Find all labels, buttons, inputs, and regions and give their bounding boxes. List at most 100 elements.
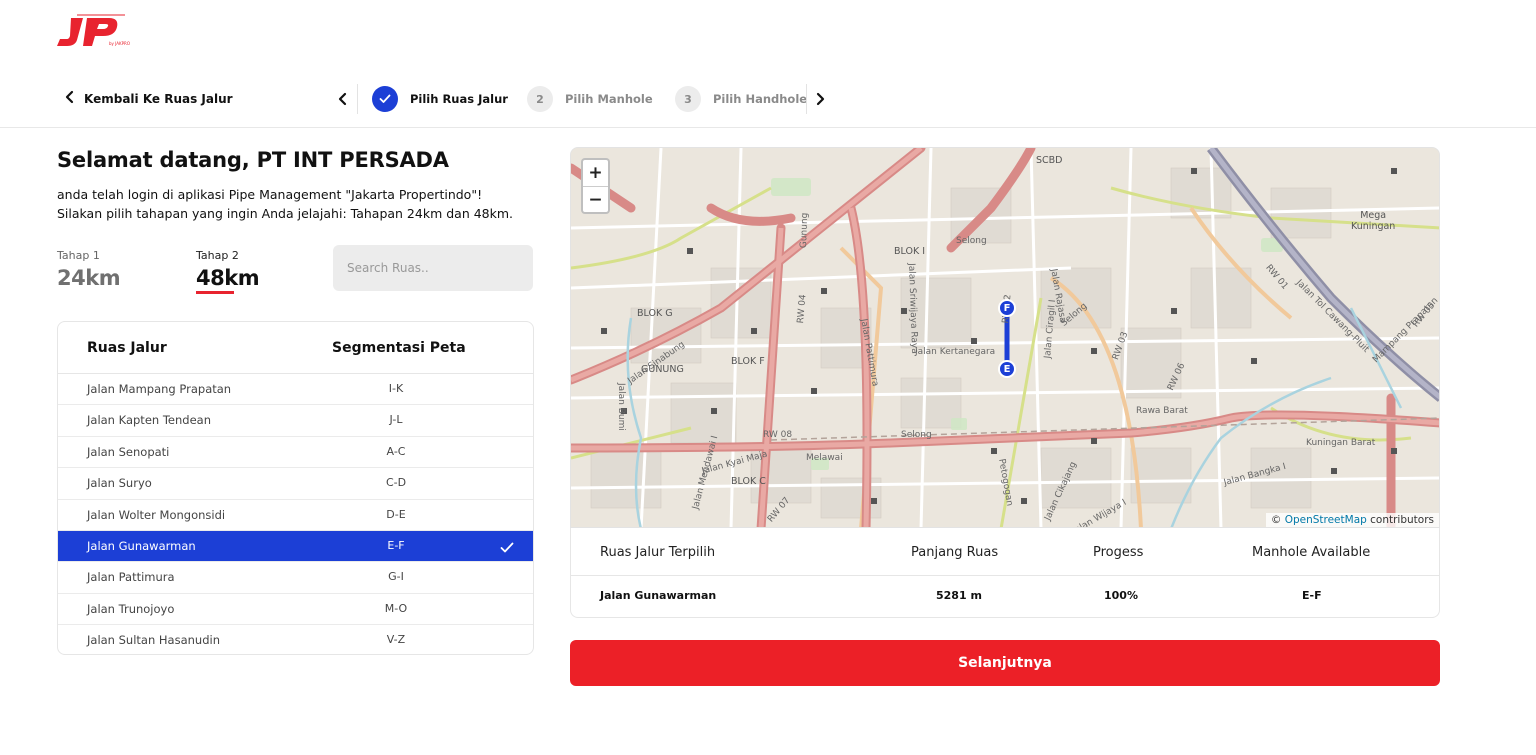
row-segment: A-C bbox=[386, 444, 406, 458]
map-marker-f[interactable]: F bbox=[998, 299, 1016, 317]
tahap-label: Tahap 1 bbox=[57, 249, 100, 262]
osm-link[interactable]: OpenStreetMap bbox=[1285, 514, 1367, 526]
column-header-segmentasi: Segmentasi Peta bbox=[332, 340, 466, 356]
table-row[interactable]: Jalan Pattimura G-I bbox=[58, 562, 533, 594]
map-label: Selong bbox=[901, 430, 932, 440]
info-header-manhole: Manhole Available bbox=[1252, 545, 1371, 560]
row-segment: E-F bbox=[387, 538, 405, 552]
stepper-next-button[interactable] bbox=[810, 88, 830, 110]
marker-label: E bbox=[1003, 363, 1011, 375]
info-value-ruas: Jalan Gunawarman bbox=[600, 589, 717, 602]
intro-text: anda telah login di aplikasi Pipe Manage… bbox=[57, 185, 547, 223]
chevron-right-icon bbox=[816, 92, 825, 106]
step-label: Pilih Ruas Jalur bbox=[410, 92, 508, 106]
tahap-label: Tahap 2 bbox=[196, 249, 239, 262]
map-label: Jalan Bumi bbox=[616, 383, 626, 431]
info-value-panjang: 5281 m bbox=[936, 589, 982, 602]
stepper-bar: Kembali Ke Ruas Jalur Pilih Ruas Jalur 2… bbox=[0, 72, 1536, 128]
info-header-panjang: Panjang Ruas bbox=[911, 545, 999, 560]
logo-sub: by JAKPRO bbox=[109, 41, 130, 46]
map-label: Melawai bbox=[806, 453, 843, 463]
step-label: Pilih Handhole bbox=[713, 92, 808, 106]
map-label: Jalan Kertanegara bbox=[915, 347, 996, 357]
column-header-ruas: Ruas Jalur bbox=[87, 340, 167, 356]
map-label: BLOK I bbox=[894, 246, 926, 257]
stepper-prev-button[interactable] bbox=[333, 88, 353, 110]
check-icon bbox=[500, 539, 514, 558]
zoom-control: + − bbox=[581, 158, 610, 214]
row-segment: C-D bbox=[385, 476, 407, 490]
row-segment: D-E bbox=[386, 507, 406, 521]
map-attribution: © OpenStreetMap contributors bbox=[1265, 513, 1439, 527]
table-row[interactable]: Jalan Trunojoyo M-O bbox=[58, 594, 533, 626]
selected-ruas-info: Ruas Jalur Terpilih Panjang Ruas Progess… bbox=[570, 528, 1440, 618]
ruas-table: Ruas Jalur Segmentasi Peta Jalan Mampang… bbox=[57, 321, 534, 655]
back-button[interactable]: Kembali Ke Ruas Jalur bbox=[64, 89, 233, 108]
step-label: Pilih Manhole bbox=[565, 92, 653, 106]
attribution-suffix: contributors bbox=[1370, 514, 1434, 526]
step-number: 3 bbox=[675, 86, 701, 112]
row-ruas-name: Jalan Sultan Hasanudin bbox=[87, 633, 221, 648]
row-segment: G-I bbox=[388, 570, 404, 584]
chevron-left-icon bbox=[338, 92, 347, 106]
row-ruas-name: Jalan Mampang Prapatan bbox=[87, 382, 232, 396]
divider bbox=[357, 84, 358, 114]
info-value-progess: 100% bbox=[1104, 589, 1138, 602]
row-segment: J-L bbox=[389, 413, 403, 427]
row-ruas-name: Jalan Gunawarman bbox=[87, 538, 196, 553]
map-label: Kuningan Barat bbox=[1306, 438, 1376, 448]
row-segment: M-O bbox=[384, 601, 408, 615]
map-view[interactable]: SCBD BLOK I BLOK G BLOK F BLOK C GUNUNG … bbox=[570, 147, 1440, 528]
tahap-value: 24km bbox=[57, 266, 121, 290]
row-ruas-name: Jalan Suryo bbox=[87, 476, 152, 491]
step-pilih-manhole[interactable]: 2 Pilih Manhole bbox=[527, 86, 653, 112]
map-label: RW 08 bbox=[763, 430, 793, 440]
row-ruas-name: Jalan Trunojoyo bbox=[87, 601, 175, 616]
intro-line-1: anda telah login di aplikasi Pipe Manage… bbox=[57, 187, 483, 202]
copyright-symbol: © bbox=[1270, 514, 1282, 526]
tahap-value: 48km bbox=[196, 266, 260, 290]
jp-logo[interactable]: by JAKPRO bbox=[57, 12, 133, 48]
step-pilih-ruas-jalur[interactable]: Pilih Ruas Jalur bbox=[372, 86, 508, 112]
search-placeholder: Search Ruas.. bbox=[347, 261, 429, 275]
zoom-in-button[interactable]: + bbox=[583, 160, 608, 186]
zoom-out-button[interactable]: − bbox=[583, 186, 608, 212]
row-ruas-name: Jalan Kapten Tendean bbox=[87, 413, 211, 428]
map-label: BLOK C bbox=[731, 476, 766, 487]
info-value-manhole: E-F bbox=[1302, 589, 1322, 602]
table-row[interactable]: Jalan Mampang Prapatan I-K bbox=[58, 374, 533, 406]
marker-label: F bbox=[1003, 302, 1011, 314]
info-header-progess: Progess bbox=[1093, 545, 1144, 560]
table-row[interactable]: Jalan Wolter Mongonsidi D-E bbox=[58, 500, 533, 531]
back-label: Kembali Ke Ruas Jalur bbox=[84, 91, 233, 106]
table-row[interactable]: Jalan Gunawarman E-F bbox=[58, 530, 533, 563]
map-label: Rawa Barat bbox=[1136, 406, 1188, 416]
search-input[interactable]: Search Ruas.. bbox=[333, 245, 533, 291]
page-title: Selamat datang, PT INT PERSADA bbox=[57, 148, 449, 172]
map-label: Selong bbox=[956, 236, 987, 246]
map-marker-e[interactable]: E bbox=[998, 360, 1016, 378]
tahap-2-tab[interactable]: Tahap 2 48km bbox=[196, 249, 260, 294]
row-ruas-name: Jalan Pattimura bbox=[87, 570, 175, 585]
table-row[interactable]: Jalan Kapten Tendean J-L bbox=[58, 405, 533, 437]
table-row[interactable]: Jalan Senopati A-C bbox=[58, 437, 533, 469]
map-label: Gunung bbox=[799, 212, 811, 249]
check-icon bbox=[372, 86, 398, 112]
table-row[interactable]: Jalan Suryo C-D bbox=[58, 468, 533, 500]
row-segment: V-Z bbox=[386, 633, 406, 647]
active-underline bbox=[196, 291, 234, 294]
next-button[interactable]: Selanjutnya bbox=[570, 640, 1440, 686]
map-label: BLOK F bbox=[731, 356, 765, 367]
row-ruas-name: Jalan Senopati bbox=[87, 444, 170, 459]
divider bbox=[806, 84, 807, 114]
intro-line-2: Silakan pilih tahapan yang ingin Anda je… bbox=[57, 206, 514, 221]
step-pilih-handhole[interactable]: 3 Pilih Handhole bbox=[675, 86, 807, 112]
tahap-1-tab[interactable]: Tahap 1 24km bbox=[57, 249, 121, 290]
info-header-ruas: Ruas Jalur Terpilih bbox=[600, 545, 716, 560]
map-label: SCBD bbox=[1036, 155, 1063, 166]
info-header: Ruas Jalur Terpilih Panjang Ruas Progess… bbox=[571, 528, 1439, 576]
table-row[interactable]: Jalan Sultan Hasanudin V-Z bbox=[58, 625, 533, 654]
row-ruas-name: Jalan Wolter Mongonsidi bbox=[87, 507, 226, 522]
row-segment: I-K bbox=[388, 382, 404, 395]
map-label: BLOK G bbox=[637, 308, 673, 319]
